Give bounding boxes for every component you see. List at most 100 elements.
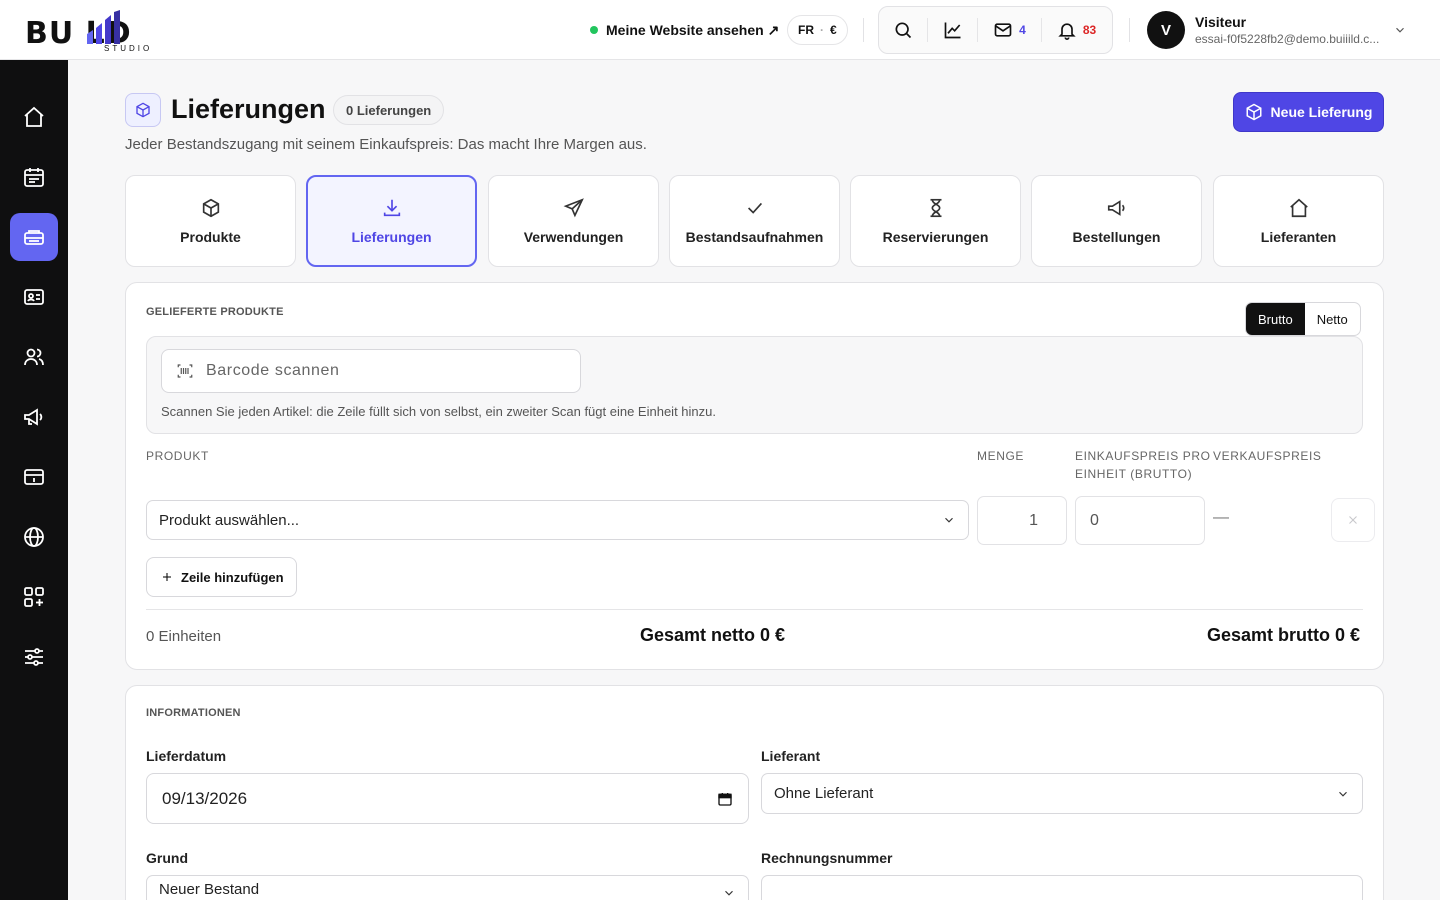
tab-usages[interactable]: Verwendungen [488,175,659,267]
divider [863,18,864,42]
sidebar-item-settings[interactable] [10,633,58,681]
home-icon [24,106,44,127]
calendar-icon [24,168,44,187]
tab-reservations[interactable]: Reservierungen [850,175,1021,267]
column-header-quantity: MENGE [977,449,1025,463]
barcode-icon [177,364,193,378]
view-website-link[interactable]: Meine Website ansehen ↗ [590,20,779,40]
delivery-date-input[interactable]: 09/13/2026 [146,773,749,824]
gross-option[interactable]: Brutto [1246,303,1305,335]
sliders-icon [25,648,43,666]
page-title: Lieferungen [171,94,326,124]
reason-select[interactable]: Neuer Bestand [146,875,749,900]
apps-icon [24,587,44,607]
supplier-select-value: Ohne Lieferant [774,785,874,802]
scan-hint: Scannen Sie jeden Artikel: die Zeile fül… [161,404,716,419]
chevron-down-icon [725,890,733,896]
logo-subtitle: STUDIO [104,44,153,53]
tab-orders[interactable]: Bestellungen [1031,175,1202,267]
user-name: Visiteur [1195,14,1247,30]
tab-products[interactable]: Produkte [125,175,296,267]
search-button[interactable] [879,7,927,53]
column-header-unit-price-sub: EINHEIT (BRUTTO) [1075,467,1193,481]
quantity-input[interactable]: 1 [977,496,1067,545]
divider [146,609,1363,610]
sidebar-item-apps[interactable] [10,573,58,621]
sidebar-item-inventory[interactable] [10,213,58,261]
mail-icon [994,23,1012,37]
tab-label: Lieferungen [351,229,432,245]
net-option[interactable]: Netto [1305,303,1360,335]
sidebar-item-home[interactable] [10,93,58,141]
add-row-button[interactable]: Zeile hinzufügen [146,557,297,597]
hourglass-icon [930,198,941,218]
unit-price-input[interactable]: 0 [1075,496,1205,545]
chevron-down-icon [1339,791,1347,797]
chart-icon [944,22,960,39]
plus-icon [163,573,171,581]
language-code: FR [798,23,814,37]
column-header-unit-price: EINKAUFSPREIS PRO [1075,449,1211,463]
toolbar: 4 83 [878,6,1113,54]
divider [1129,18,1130,42]
search-icon [895,22,912,39]
supplier-select[interactable]: Ohne Lieferant [761,773,1363,814]
sidebar-item-website[interactable] [10,513,58,561]
user-email: essai-f0f5228fb2@demo.buiiild.c... [1195,32,1380,46]
tab-label: Produkte [180,229,241,245]
payment-icon [24,469,44,485]
total-net: Gesamt netto 0 € [640,625,786,645]
language-currency-switcher[interactable]: FR · € [787,15,848,45]
delivery-date-label: Lieferdatum [146,748,227,764]
send-icon [563,198,584,218]
users-icon [24,348,44,366]
product-select-value: Produkt auswählen... [159,511,300,529]
sidebar-item-customers[interactable] [10,333,58,381]
language-separator: · [820,23,824,37]
sidebar-item-payments[interactable] [10,453,58,501]
sidebar [0,60,68,900]
product-select[interactable]: Produkt auswählen... [146,500,969,540]
sidebar-item-calendar[interactable] [10,153,58,201]
barcode-input[interactable]: Barcode scannen [161,349,581,393]
box-icon [202,198,219,218]
view-website-label: Meine Website ansehen ↗ [606,21,780,38]
tab-label: Bestellungen [1072,229,1161,245]
avatar: V [1147,11,1185,49]
chevron-down-icon[interactable] [1393,23,1407,37]
user-info: Visiteur essai-f0f5228fb2@demo.buiiild.c… [1195,14,1390,46]
column-header-sale-price: VERKAUFSPREIS [1213,449,1322,463]
notifications-button[interactable]: 83 [1041,18,1111,42]
tab-inventories[interactable]: Bestandsaufnahmen [669,175,840,267]
logo[interactable]: BU LD STUDIO [25,8,185,53]
mail-count: 4 [1019,23,1026,37]
new-delivery-label: Neue Lieferung [1270,104,1373,120]
invoice-number-label: Rechnungsnummer [761,850,893,866]
tab-label: Verwendungen [523,229,624,245]
units-summary: 0 Einheiten [146,628,222,645]
delivery-date-value: 09/13/2026 [162,788,248,808]
remove-row-button[interactable] [1331,498,1375,542]
notification-count: 83 [1082,23,1097,37]
inventory-icon [24,230,44,245]
tab-label: Reservierungen [882,229,989,245]
sidebar-item-contacts[interactable] [10,273,58,321]
new-delivery-button[interactable]: Neue Lieferung [1233,92,1384,132]
invoice-number-input[interactable] [761,875,1363,900]
calendar-icon[interactable] [717,791,733,807]
sale-price-value: — [1213,509,1229,526]
reason-select-value: Neuer Bestand [159,881,260,898]
analytics-button[interactable] [927,18,977,42]
messages-button[interactable]: 4 [977,18,1041,42]
id-card-icon [24,289,44,305]
page-icon [125,93,161,127]
gross-net-toggle[interactable]: Brutto Netto [1245,302,1361,336]
globe-icon [24,527,44,547]
tab-deliveries[interactable]: Lieferungen [306,175,477,267]
supplier-label: Lieferant [761,748,821,764]
column-header-product: PRODUKT [146,449,209,463]
tab-suppliers[interactable]: Lieferanten [1213,175,1384,267]
sidebar-item-marketing[interactable] [10,393,58,441]
top-bar: BU LD STUDIO Meine Website ansehen ↗ FR … [0,0,1440,60]
user-menu[interactable]: V Visiteur essai-f0f5228fb2@demo.buiiild… [1147,11,1390,49]
